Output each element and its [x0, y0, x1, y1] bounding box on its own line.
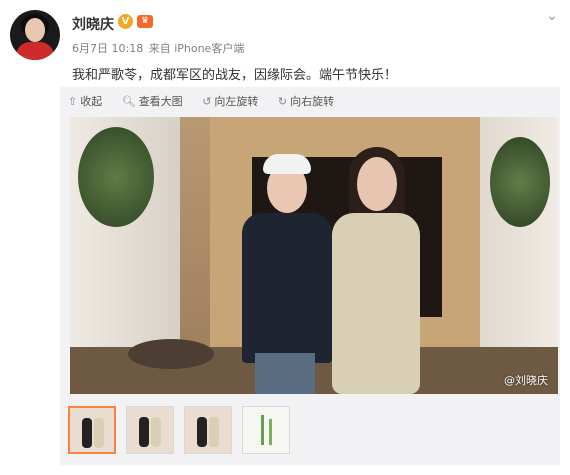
view-large-label: 查看大图 [138, 95, 183, 108]
thumbnail-figure [209, 417, 219, 447]
person-left-body [242, 213, 332, 363]
thumbnail-figure [151, 417, 161, 447]
rotate-left-icon: ↺ [202, 95, 212, 108]
collapse-label: 收起 [80, 95, 103, 108]
thumbnail-2[interactable] [126, 406, 174, 454]
main-photo[interactable]: @刘晓庆 [70, 117, 558, 394]
member-crown-icon: ♛ [137, 15, 153, 28]
author-name[interactable]: 刘晓庆 [72, 14, 114, 34]
tea-table [128, 339, 214, 369]
thumbnail-1[interactable] [68, 406, 116, 454]
collapse-button[interactable]: ⇧ 收起 [68, 93, 102, 109]
photo-watermark: @刘晓庆 [504, 374, 548, 387]
image-toolbar: ⇧ 收起 🔍︎ 查看大图 ↺ 向左旋转 ↻ 向右旋转 [68, 93, 350, 109]
post-source[interactable]: 来自 iPhone客户端 [149, 42, 245, 55]
zoom-icon: 🔍︎ [121, 95, 136, 108]
collapse-icon: ⇧ [68, 95, 78, 108]
avatar-clothing [16, 42, 54, 60]
right-plant [490, 137, 550, 227]
post-meta: 6月7日 10:18 来自 iPhone客户端 [72, 40, 246, 56]
thumbnail-stroke [269, 419, 272, 445]
verified-icon: V [118, 14, 133, 29]
author-avatar[interactable] [10, 10, 60, 60]
view-large-button[interactable]: 🔍︎ 查看大图 [122, 93, 183, 109]
thumbnail-figure [139, 417, 149, 447]
thumbnail-stroke [261, 415, 264, 445]
more-options-icon[interactable]: ⌄ [542, 8, 562, 28]
person-right-head [357, 157, 397, 211]
thumbnail-figure [94, 418, 104, 448]
person-right-dress [332, 213, 420, 394]
rotate-left-button[interactable]: ↺ 向左旋转 [202, 93, 258, 109]
thumbnail-figure [197, 417, 207, 447]
person-left-legs [255, 353, 315, 394]
post-time[interactable]: 6月7日 10:18 [72, 42, 143, 55]
thumbnail-3[interactable] [184, 406, 232, 454]
rotate-right-icon: ↻ [277, 95, 288, 108]
avatar-face [25, 18, 45, 42]
thumbnail-figure [82, 418, 92, 448]
post-text: 我和严歌苓，成都军区的战友，因缘际会。端午节快乐！ [72, 68, 398, 83]
rotate-right-label: 向右旋转 [290, 95, 335, 108]
thumbnail-4[interactable] [242, 406, 290, 454]
rotate-right-button[interactable]: ↻ 向右旋转 [278, 93, 334, 109]
rotate-left-label: 向左旋转 [214, 95, 259, 108]
person-left-cap [263, 154, 311, 174]
left-plant [78, 127, 154, 227]
